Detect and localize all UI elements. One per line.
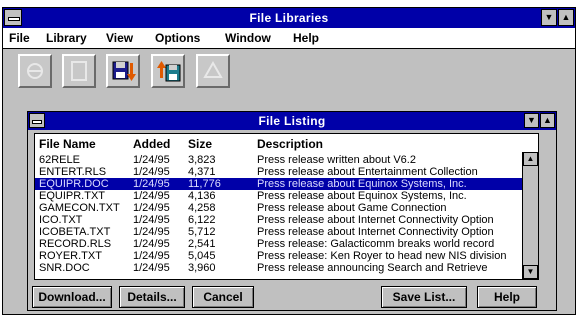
column-header-description[interactable]: Description: [257, 137, 323, 151]
file-description: Press release: Galacticomm breaks world …: [257, 238, 495, 250]
file-list[interactable]: File Name Added Size Description 62RELE 1…: [34, 133, 539, 280]
column-header-added[interactable]: Added: [133, 137, 170, 151]
window-title: File Libraries: [249, 11, 329, 25]
file-name: GAMECON.TXT: [39, 202, 120, 214]
file-name: EQUIPR.TXT: [39, 190, 106, 202]
table-row[interactable]: 62RELE 1/24/95 3,823 Press release written …: [35, 154, 523, 166]
listing-title-bar[interactable]: File Listing ▼ ▲: [28, 112, 556, 130]
save-list-button[interactable]: Save List...: [381, 286, 467, 308]
file-added: 1/24/95: [133, 214, 170, 226]
triangle-down-icon: ▼: [527, 115, 536, 125]
file-name: RECORD.RLS: [39, 238, 112, 250]
maximize-button[interactable]: ▲: [558, 9, 574, 26]
menu-options[interactable]: Options: [155, 31, 200, 45]
column-header-size[interactable]: Size: [188, 137, 212, 151]
file-description: Press release: Ken Royer to head new NIS…: [257, 250, 507, 262]
table-row[interactable]: RECORD.RLS 1/24/95 2,541 Press release: Gal…: [35, 238, 523, 250]
file-description: Press release about Equinox Systems, Inc…: [257, 190, 467, 202]
file-added: 1/24/95: [133, 178, 170, 190]
cancel-button[interactable]: Cancel: [192, 286, 254, 308]
file-description: Press release written about V6.2: [257, 154, 416, 166]
toolbar: [3, 49, 575, 95]
column-header-file-name[interactable]: File Name: [39, 137, 96, 151]
table-row[interactable]: EQUIPR.TXT 1/24/95 4,136 Press release abou…: [35, 190, 523, 202]
file-size: 4,258: [188, 202, 216, 214]
save-download-icon: [112, 61, 136, 81]
download-button[interactable]: Download...: [32, 286, 112, 308]
listing-maximize-button[interactable]: ▲: [540, 113, 555, 128]
minimize-button[interactable]: ▼: [541, 9, 557, 26]
file-name: ICO.TXT: [39, 214, 83, 226]
help-button[interactable]: Help: [477, 286, 537, 308]
file-added: 1/24/95: [133, 262, 170, 274]
file-added: 1/24/95: [133, 154, 170, 166]
upload-button-toolbar[interactable]: [151, 54, 185, 88]
scroll-down-button[interactable]: ▼: [523, 265, 538, 279]
file-size: 5,712: [188, 226, 216, 238]
menu-help[interactable]: Help: [293, 31, 319, 45]
scroll-up-button[interactable]: ▲: [523, 152, 538, 166]
details-button[interactable]: Details...: [119, 286, 185, 308]
file-name: EQUIPR.DOC: [39, 178, 109, 190]
file-description: Press release announcing Search and Retr…: [257, 262, 488, 274]
scroll-up-icon: ▲: [526, 154, 535, 163]
menu-window[interactable]: Window: [225, 31, 271, 45]
file-description: Press release about Internet Connectivit…: [257, 226, 494, 238]
disabled-icon: [203, 60, 223, 78]
vertical-scrollbar[interactable]: ▲ ▼: [522, 152, 538, 279]
file-description: Press release about Entertainment Collec…: [257, 166, 478, 178]
file-size: 2,541: [188, 238, 216, 250]
toolbar-button-disabled-3[interactable]: [196, 54, 230, 88]
file-name: 62RELE: [39, 154, 80, 166]
file-size: 4,136: [188, 190, 216, 202]
triangle-up-icon: ▲: [543, 115, 552, 125]
file-size: 5,045: [188, 250, 216, 262]
listing-minimize-button[interactable]: ▼: [524, 113, 539, 128]
table-row[interactable]: ICO.TXT 1/24/95 6,122 Press release about I…: [35, 214, 523, 226]
listing-title: File Listing: [258, 114, 326, 128]
file-added: 1/24/95: [133, 226, 170, 238]
file-added: 1/24/95: [133, 202, 170, 214]
menu-file[interactable]: File: [9, 31, 30, 45]
file-description: Press release about Internet Connectivit…: [257, 214, 494, 226]
file-added: 1/24/95: [133, 238, 170, 250]
toolbar-button-disabled-2[interactable]: [62, 54, 96, 88]
disabled-icon: [27, 63, 43, 79]
file-rows: 62RELE 1/24/95 3,823 Press release written …: [35, 154, 523, 274]
file-size: 11,776: [188, 178, 221, 190]
scroll-down-icon: ▼: [526, 267, 535, 276]
menu-library[interactable]: Library: [46, 31, 87, 45]
file-added: 1/24/95: [133, 166, 170, 178]
file-added: 1/24/95: [133, 190, 170, 202]
file-listing-window: File Listing ▼ ▲ File Name Added Size De…: [27, 111, 557, 311]
file-description: Press release about Equinox Systems, Inc…: [257, 178, 467, 190]
title-bar[interactable]: File Libraries ▼ ▲: [3, 8, 575, 28]
file-description: Press release about Game Connection: [257, 202, 447, 214]
upload-icon: [157, 61, 181, 82]
file-name: ICOBETA.TXT: [39, 226, 111, 238]
download-button-toolbar[interactable]: [106, 54, 140, 88]
file-size: 4,371: [188, 166, 216, 178]
table-row-selected[interactable]: EQUIPR.DOC 1/24/95 11,776 Press release abo…: [35, 178, 523, 190]
table-row[interactable]: SNR.DOC 1/24/95 3,960 Press release announc…: [35, 262, 523, 274]
file-size: 3,960: [188, 262, 216, 274]
table-row[interactable]: ROYER.TXT 1/24/95 5,045 Press release: Ken …: [35, 250, 523, 262]
toolbar-button-disabled-1[interactable]: [18, 54, 52, 88]
table-row[interactable]: GAMECON.TXT 1/24/95 4,258 Press release abo…: [35, 202, 523, 214]
menu-view[interactable]: View: [106, 31, 133, 45]
table-row[interactable]: ICOBETA.TXT 1/24/95 5,712 Press release abo…: [35, 226, 523, 238]
file-name: ROYER.TXT: [39, 250, 102, 262]
table-row[interactable]: ENTERT.RLS 1/24/95 4,371 Press release abou…: [35, 166, 523, 178]
file-size: 3,823: [188, 154, 216, 166]
file-added: 1/24/95: [133, 250, 170, 262]
file-name: ENTERT.RLS: [39, 166, 107, 178]
file-name: SNR.DOC: [39, 262, 90, 274]
document-icon: [71, 61, 87, 81]
file-size: 6,122: [188, 214, 216, 226]
triangle-down-icon: ▼: [544, 12, 554, 22]
triangle-up-icon: ▲: [561, 12, 571, 22]
menu-bar: File Library View Options Window Help: [3, 28, 575, 49]
file-libraries-window: File Libraries ▼ ▲ File Library View Opt…: [2, 7, 576, 315]
